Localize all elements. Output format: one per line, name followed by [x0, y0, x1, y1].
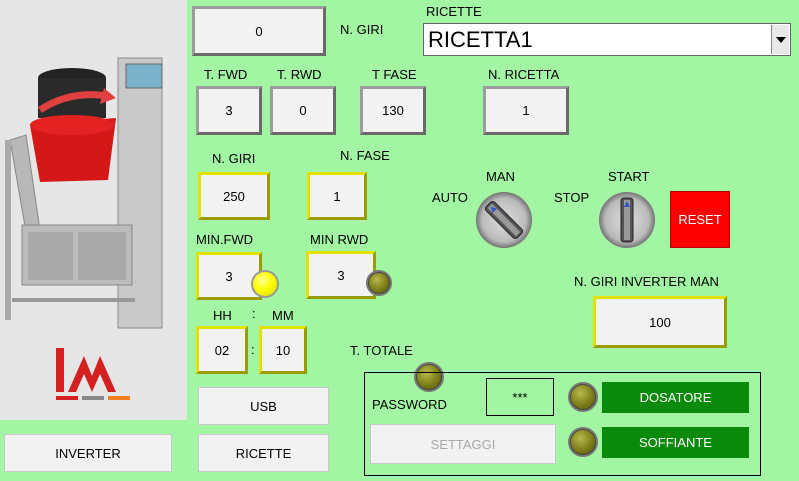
start-label: START — [608, 169, 650, 184]
t-fwd-label: T. FWD — [204, 67, 248, 82]
ricetta-select[interactable]: RICETTA1 — [423, 23, 791, 56]
t-rwd-label: T. RWD — [277, 67, 322, 82]
reset-button[interactable]: RESET — [670, 191, 730, 248]
min-rwd-field[interactable]: 3 — [306, 251, 376, 299]
n-giri-label: N. GIRI — [340, 22, 384, 37]
ricetta-selected-value: RICETTA1 — [428, 27, 533, 52]
min-fwd-lamp — [251, 270, 279, 298]
n-fase-label: N. FASE — [340, 148, 390, 163]
hh-label: HH — [213, 308, 232, 323]
start-stop-selector-knob[interactable] — [599, 192, 655, 248]
usb-button[interactable]: USB — [198, 387, 329, 425]
n-giri-display: 0 — [192, 6, 326, 56]
n-giri-setpoint-label: N. GIRI — [212, 151, 256, 166]
password-label: PASSWORD — [372, 397, 447, 412]
soffiante-indicator: SOFFIANTE — [602, 427, 749, 458]
start-stop-selector-handle-icon — [620, 197, 634, 243]
inverter-button[interactable]: INVERTER — [4, 434, 172, 472]
t-fase-label: T FASE — [372, 67, 417, 82]
dosatore-lamp — [568, 382, 598, 412]
n-giri-inverter-man-field[interactable]: 100 — [593, 296, 727, 348]
time-colon-top: : — [252, 306, 256, 321]
min-rwd-label: MIN RWD — [310, 232, 369, 247]
n-ricetta-field[interactable]: 1 — [483, 86, 569, 135]
time-colon-mid: : — [251, 342, 255, 357]
machine-image-panel — [0, 0, 187, 420]
t-rwd-field[interactable]: 0 — [270, 86, 336, 135]
reset-button-label: RESET — [678, 212, 722, 227]
dosatore-indicator: DOSATORE — [602, 382, 749, 413]
n-fase-field[interactable]: 1 — [307, 172, 367, 220]
mm-field[interactable]: 10 — [259, 326, 307, 374]
n-giri-setpoint-field[interactable]: 250 — [198, 172, 270, 220]
min-rwd-lamp — [366, 270, 392, 296]
man-auto-selector-handle-icon — [484, 200, 524, 240]
n-ricetta-label: N. RICETTA — [488, 67, 560, 82]
ricette-button[interactable]: RICETTE — [198, 434, 329, 472]
mm-label: MM — [272, 308, 294, 323]
password-field[interactable]: *** — [486, 378, 554, 416]
stop-label: STOP — [554, 190, 590, 205]
machine-illustration — [5, 57, 163, 400]
t-totale-label: T. TOTALE — [350, 343, 413, 358]
n-giri-inverter-man-label: N. GIRI INVERTER MAN — [574, 274, 719, 289]
settaggi-button[interactable]: SETTAGGI — [370, 424, 556, 464]
t-fase-field[interactable]: 130 — [360, 86, 426, 135]
min-fwd-label: MIN.FWD — [196, 232, 254, 247]
ricette-label: RICETTE — [426, 4, 482, 19]
man-label: MAN — [486, 169, 515, 184]
man-auto-selector-knob[interactable] — [476, 192, 532, 248]
chevron-down-icon[interactable] — [771, 25, 789, 54]
t-fwd-field[interactable]: 3 — [196, 86, 262, 135]
hh-field[interactable]: 02 — [196, 326, 248, 374]
settaggi-button-label: SETTAGGI — [430, 436, 496, 452]
soffiante-lamp — [568, 427, 598, 457]
password-value: *** — [512, 389, 528, 405]
auto-label: AUTO — [432, 190, 468, 205]
